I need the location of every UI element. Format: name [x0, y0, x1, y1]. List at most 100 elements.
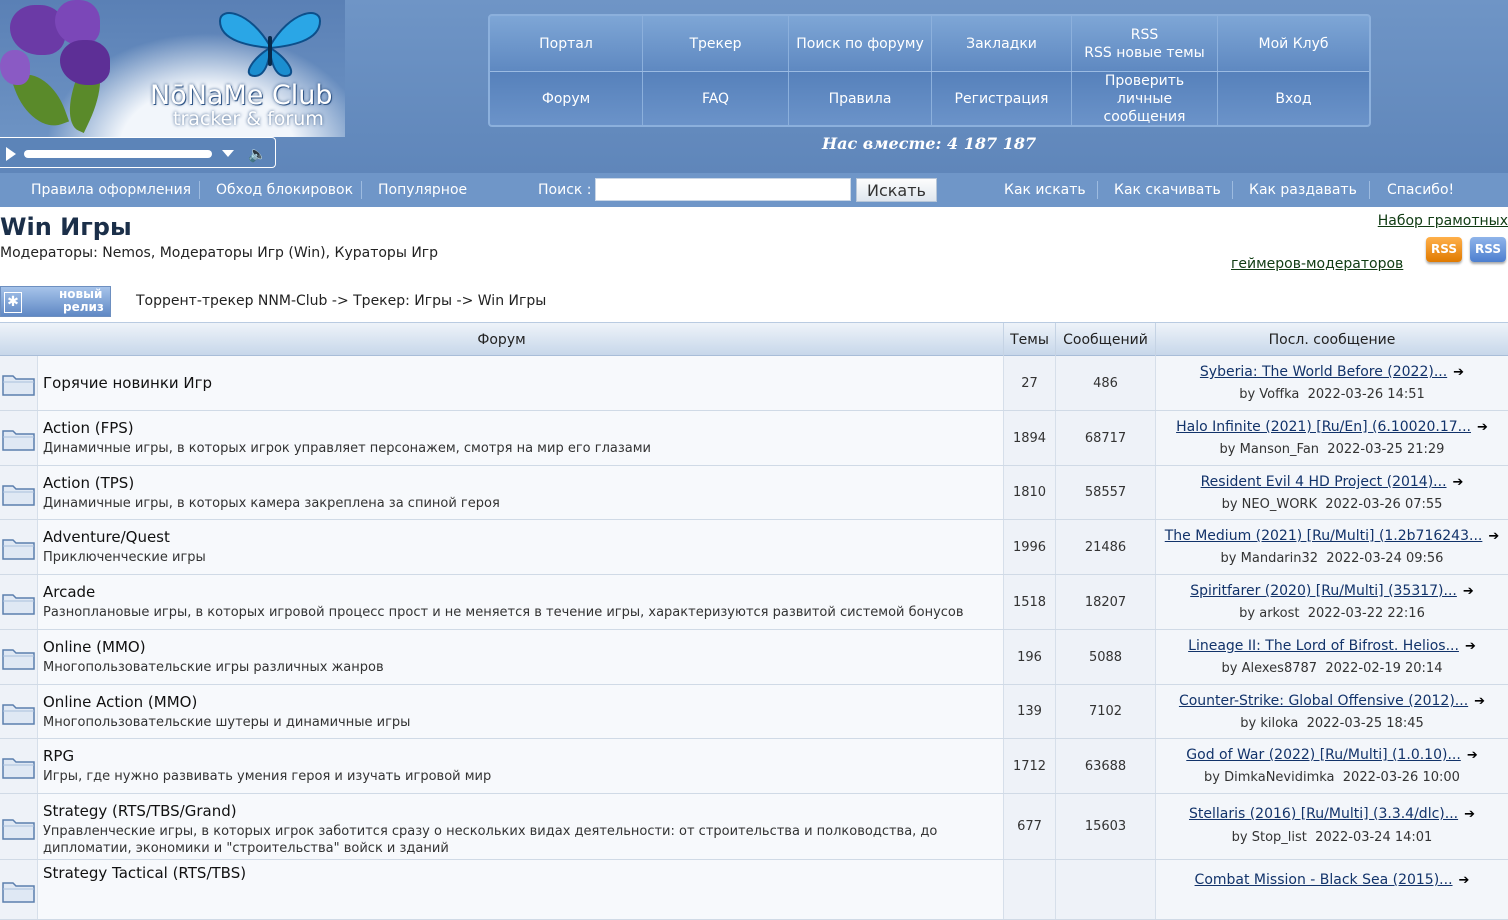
last-post-link[interactable]: Spiritfarer (2020) [Ru/Multi] (35317)...: [1190, 583, 1457, 599]
last-post-cell: Halo Infinite (2021) [Ru/En] (6.10020.17…: [1156, 411, 1508, 465]
folder-cell: [0, 739, 38, 793]
nav-my-club[interactable]: Мой Клуб: [1218, 16, 1369, 71]
link-bypass-blocking[interactable]: Обход блокировок: [216, 173, 353, 207]
forum-name-link[interactable]: Горячие новинки Игр: [43, 374, 212, 392]
separator: [1097, 181, 1098, 199]
by-label: by: [1221, 661, 1238, 676]
last-post-user[interactable]: DimkaNevidimka: [1224, 770, 1334, 785]
forum-name-link[interactable]: Strategy (RTS/TBS/Grand): [43, 802, 237, 820]
last-post-link[interactable]: Resident Evil 4 HD Project (2014)...: [1201, 474, 1447, 490]
logo-title: NōNaMe Club: [150, 80, 333, 111]
last-post-time: 2022-03-26 07:55: [1325, 497, 1443, 512]
search-button[interactable]: Искать: [856, 178, 937, 202]
recruit-link-cont[interactable]: геймеров-модераторов: [1231, 256, 1403, 272]
forum-name-link[interactable]: Adventure/Quest: [43, 528, 170, 546]
forum-name-link[interactable]: Action (FPS): [43, 419, 134, 437]
search-input[interactable]: [595, 178, 851, 201]
goto-last-post-icon[interactable]: ➔: [1464, 807, 1475, 822]
link-how-to-download[interactable]: Как скачивать: [1114, 173, 1221, 207]
folder-icon: [1, 699, 36, 726]
nav-login[interactable]: Вход: [1218, 72, 1369, 125]
last-post-user[interactable]: arkost: [1259, 606, 1299, 621]
goto-last-post-icon[interactable]: ➔: [1474, 694, 1485, 709]
last-post-user[interactable]: Alexes8787: [1242, 661, 1317, 676]
goto-last-post-icon[interactable]: ➔: [1467, 748, 1478, 763]
topics-count: 1518: [1004, 575, 1056, 629]
forum-name-link[interactable]: Strategy Tactical (RTS/TBS): [43, 864, 246, 882]
nav-rss[interactable]: RSS RSS новые темы: [1072, 16, 1218, 71]
last-post-link[interactable]: Counter-Strike: Global Offensive (2012).…: [1179, 693, 1468, 709]
link-popular[interactable]: Популярное: [378, 173, 467, 207]
breadcrumb-item[interactable]: Win Игры: [478, 293, 547, 309]
nav-faq[interactable]: FAQ: [643, 72, 789, 125]
link-formatting-rules[interactable]: Правила оформления: [31, 173, 191, 207]
last-post-link[interactable]: Stellaris (2016) [Ru/Multi] (3.3.4/dlc).…: [1189, 806, 1458, 822]
forum-name-link[interactable]: Online Action (MMO): [43, 693, 197, 711]
topics-count: 1996: [1004, 520, 1056, 574]
new-release-button[interactable]: ✱ новый релиз: [0, 286, 111, 317]
last-post-link[interactable]: Halo Infinite (2021) [Ru/En] (6.10020.17…: [1176, 419, 1471, 435]
goto-last-post-icon[interactable]: ➔: [1488, 529, 1499, 544]
last-post-link[interactable]: The Medium (2021) [Ru/Multi] (1.2b716243…: [1165, 528, 1483, 544]
rss-icon[interactable]: RSS: [1470, 237, 1506, 262]
goto-last-post-icon[interactable]: ➔: [1463, 584, 1474, 599]
goto-last-post-icon[interactable]: ➔: [1465, 639, 1476, 654]
last-post-user[interactable]: Manson_Fan: [1240, 442, 1319, 457]
folder-icon: [1, 877, 36, 904]
link-how-to-search[interactable]: Как искать: [1004, 173, 1086, 207]
forum-name-link[interactable]: Action (TPS): [43, 474, 134, 492]
table-row: Игры, где нужно развивать умения героя и…: [0, 739, 1508, 794]
last-post-time: 2022-03-25 18:45: [1306, 716, 1424, 731]
nav-private-messages[interactable]: Проверить личные сообщения: [1072, 72, 1218, 125]
nav-forum-search[interactable]: Поиск по форуму: [789, 16, 932, 71]
rss-icon[interactable]: RSS: [1426, 237, 1462, 262]
goto-last-post-icon[interactable]: ➔: [1477, 420, 1488, 435]
last-post-user[interactable]: Voffka: [1259, 387, 1299, 402]
nav-tracker[interactable]: Трекер: [643, 16, 789, 71]
last-post-link[interactable]: God of War (2022) [Ru/Multi] (1.0.10)...: [1186, 747, 1461, 763]
link-how-to-seed[interactable]: Как раздавать: [1249, 173, 1357, 207]
last-post-meta: by DimkaNevidimka 2022-03-26 10:00: [1156, 770, 1508, 785]
goto-last-post-icon[interactable]: ➔: [1453, 365, 1464, 380]
last-post-user[interactable]: NEO_WORK: [1242, 497, 1317, 512]
volume-icon[interactable]: 🔈: [248, 146, 267, 162]
folder-icon: [1, 753, 36, 780]
progress-bar[interactable]: [24, 150, 212, 158]
nav-bookmarks[interactable]: Закладки: [932, 16, 1072, 71]
play-icon[interactable]: [6, 147, 16, 161]
nav-register[interactable]: Регистрация: [932, 72, 1072, 125]
goto-last-post-icon[interactable]: ➔: [1459, 873, 1470, 888]
by-label: by: [1220, 551, 1237, 566]
last-post-link[interactable]: Syberia: The World Before (2022)...: [1200, 364, 1447, 380]
forum-name-link[interactable]: Online (MMO): [43, 638, 146, 656]
last-post-cell: Counter-Strike: Global Offensive (2012).…: [1156, 685, 1508, 738]
breadcrumb-separator: ->: [452, 293, 478, 309]
forum-description: Многопользовательские шутеры и динамичны…: [43, 715, 411, 730]
forum-name-link[interactable]: RPG: [43, 747, 74, 765]
forum-name-link[interactable]: Arcade: [43, 583, 95, 601]
by-label: by: [1219, 442, 1236, 457]
posts-count: 58557: [1056, 466, 1156, 519]
site-logo[interactable]: NōNaMe Club tracker & forum: [0, 0, 345, 137]
breadcrumb-item[interactable]: Торрент-трекер NNM-Club: [136, 293, 327, 309]
folder-icon: [1, 534, 36, 561]
nav-rules[interactable]: Правила: [789, 72, 932, 125]
dropdown-icon[interactable]: [222, 150, 234, 157]
breadcrumb-item[interactable]: Трекер: Игры: [353, 293, 452, 309]
last-post-user[interactable]: Mandarin32: [1241, 551, 1318, 566]
forum-cell: Горячие новинки Игр: [38, 356, 1004, 410]
by-label: by: [1221, 497, 1238, 512]
nav-forum[interactable]: Форум: [490, 72, 643, 125]
goto-last-post-icon[interactable]: ➔: [1453, 475, 1464, 490]
nav-rss-new-topics[interactable]: RSS новые темы: [1084, 44, 1204, 62]
forum-cell: Strategy Tactical (RTS/TBS): [38, 860, 1004, 919]
last-post-link[interactable]: Lineage II: The Lord of Bifrost. Helios.…: [1188, 638, 1459, 654]
last-post-link[interactable]: Combat Mission - Black Sea (2015)...: [1195, 872, 1453, 888]
recruit-link[interactable]: Набор грамотных: [1378, 213, 1508, 229]
link-thanks[interactable]: Спасибо!: [1387, 173, 1454, 207]
forum-description: Динамичные игры, в которых игрок управля…: [43, 441, 651, 456]
last-post-user[interactable]: Stop_list: [1252, 830, 1307, 845]
nav-portal[interactable]: Портал: [490, 16, 643, 71]
by-label: by: [1240, 716, 1257, 731]
last-post-user[interactable]: kiloka: [1260, 716, 1298, 731]
